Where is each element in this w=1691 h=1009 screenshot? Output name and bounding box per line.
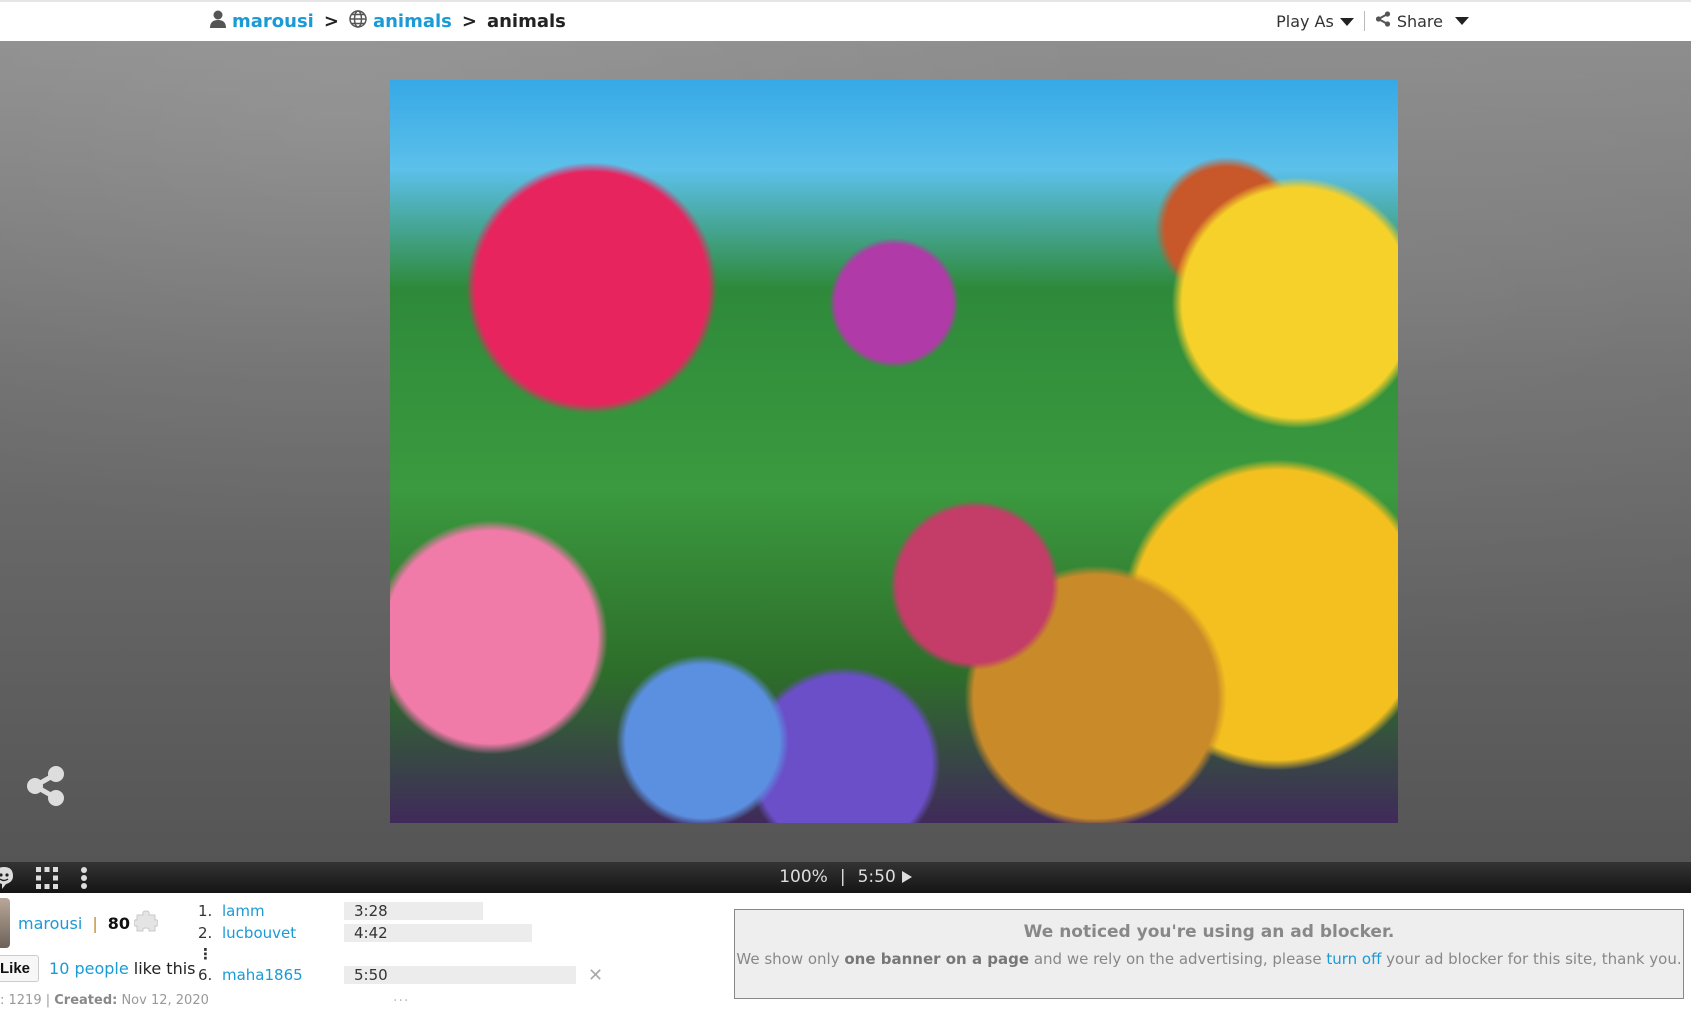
breadcrumb-category-link[interactable]: animals bbox=[373, 11, 452, 32]
score-time-bar: 5:50 bbox=[344, 966, 576, 984]
adblock-text-part: and we rely on the advertising, please bbox=[1029, 950, 1327, 968]
score-time-bar: 3:28 bbox=[344, 902, 483, 920]
divider bbox=[1363, 11, 1365, 31]
share-dropdown[interactable]: Share bbox=[1375, 11, 1469, 31]
like-count-suffix: like this bbox=[128, 959, 196, 978]
tool-icon[interactable] bbox=[0, 768, 8, 808]
zoom-level[interactable]: 100% bbox=[779, 867, 828, 887]
pieces-count: : 1219 | bbox=[0, 993, 55, 1008]
adblock-text-part: your ad blocker for this site, thank you… bbox=[1381, 950, 1682, 968]
breadcrumb: marousi > animals > animals bbox=[210, 10, 566, 33]
adblock-text: We show only one banner on a page and we… bbox=[735, 950, 1683, 968]
adblock-notice: We noticed you're using an ad blocker. W… bbox=[734, 909, 1684, 999]
puzzle-piece-icon bbox=[133, 909, 159, 937]
caret-down-icon bbox=[1339, 18, 1354, 26]
score-row: 2. lucbouvet 4:42 bbox=[198, 922, 576, 944]
score-row: 1. lamm 3:28 bbox=[198, 900, 576, 922]
user-icon bbox=[210, 10, 226, 33]
score-time-bar: 4:42 bbox=[344, 924, 532, 942]
toolbar-status: 100% | 5:50 bbox=[0, 867, 1691, 887]
breadcrumb-separator: > bbox=[323, 11, 339, 32]
caret-down-icon bbox=[1455, 17, 1469, 25]
owner-info: marousi | 80 bbox=[0, 898, 159, 948]
owner-score: 80 bbox=[107, 913, 130, 933]
puzzle-stage[interactable] bbox=[0, 41, 1691, 862]
timer: 5:50 bbox=[857, 867, 896, 887]
created-label: Created: bbox=[54, 993, 118, 1008]
score-rank: 1. bbox=[198, 902, 213, 920]
likers-link[interactable]: 10 people bbox=[49, 959, 129, 978]
adblock-text-part: We show only bbox=[736, 950, 845, 968]
play-as-dropdown[interactable]: Play As bbox=[1276, 12, 1354, 31]
header-bar: marousi > animals > animals Play As Shar… bbox=[0, 2, 1691, 41]
share-icon bbox=[1375, 11, 1391, 31]
breadcrumb-current: animals bbox=[486, 11, 566, 32]
puzzle-toolbar: 100% | 5:50 bbox=[0, 862, 1691, 893]
like-button[interactable]: Like bbox=[0, 955, 40, 982]
puzzle-meta: : 1219 | Created: Nov 12, 2020 bbox=[0, 993, 209, 1008]
turn-off-link[interactable]: turn off bbox=[1326, 950, 1381, 968]
breadcrumb-user-link[interactable]: marousi bbox=[232, 11, 314, 32]
score-rank: 6. bbox=[198, 966, 213, 984]
puzzle-image[interactable] bbox=[390, 80, 1398, 823]
created-date: Nov 12, 2020 bbox=[117, 993, 209, 1008]
play-icon[interactable] bbox=[901, 871, 912, 883]
breadcrumb-separator: > bbox=[461, 11, 477, 32]
globe-icon bbox=[349, 10, 367, 33]
adblock-text-bold: one banner on a page bbox=[844, 950, 1030, 968]
floating-actions bbox=[0, 765, 66, 811]
score-row: 6. maha1865 5:50 ✕ bbox=[198, 964, 603, 986]
scoreboard: 1. lamm 3:28 2. lucbouvet 4:42 ⋮ 6. maha… bbox=[198, 900, 603, 986]
toolbar-separator: | bbox=[839, 867, 846, 887]
avatar[interactable] bbox=[0, 898, 10, 948]
scores-ellipsis[interactable]: ⋮ bbox=[198, 944, 576, 964]
score-player-link[interactable]: lucbouvet bbox=[222, 924, 344, 942]
more-scores-button[interactable]: ··· bbox=[393, 993, 409, 1009]
adblock-title: We noticed you're using an ad blocker. bbox=[1023, 922, 1395, 942]
header-actions: Play As Share bbox=[1276, 11, 1469, 31]
share-label: Share bbox=[1396, 11, 1443, 31]
owner-name-link[interactable]: marousi bbox=[18, 914, 82, 933]
like-count: 10 people like this bbox=[49, 959, 195, 978]
share-icon[interactable] bbox=[26, 765, 66, 811]
play-as-label: Play As bbox=[1276, 11, 1334, 31]
score-rank: 2. bbox=[198, 924, 213, 942]
owner-separator: | bbox=[92, 913, 98, 933]
score-player-link[interactable]: lamm bbox=[222, 902, 344, 920]
score-player-link[interactable]: maha1865 bbox=[222, 966, 344, 984]
close-icon[interactable]: ✕ bbox=[588, 965, 603, 986]
like-row: Like 10 people like this bbox=[0, 955, 196, 982]
